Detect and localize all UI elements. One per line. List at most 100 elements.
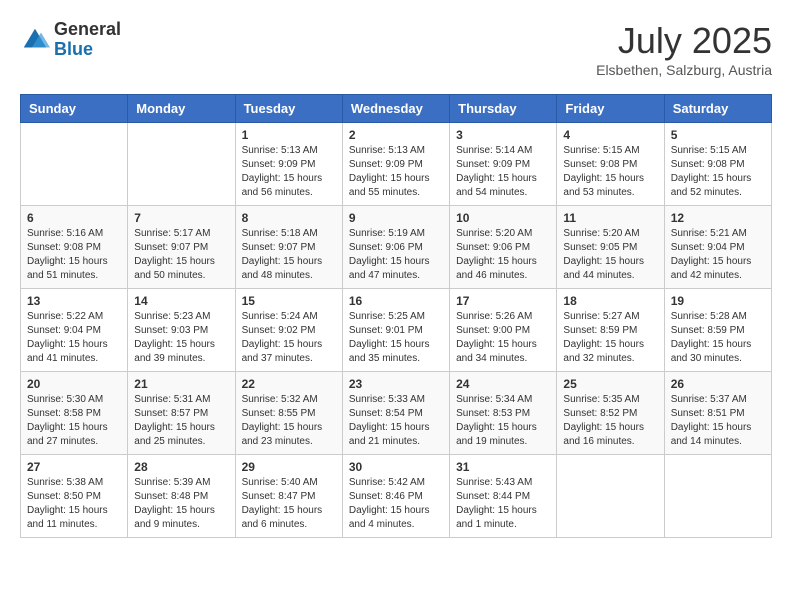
day-info: Sunrise: 5:16 AMSunset: 9:08 PMDaylight:… [27, 227, 121, 283]
logo-text: General Blue [54, 20, 121, 60]
day-info: Sunrise: 5:35 AMSunset: 8:52 PMDaylight:… [563, 393, 657, 449]
calendar-cell: 29 Sunrise: 5:40 AMSunset: 8:47 PMDayligh… [235, 455, 342, 538]
calendar-cell: 7Sunrise: 5:17 AMSunset: 9:07 PMDaylight… [128, 206, 235, 289]
calendar-cell: 28 Sunrise: 5:39 AMSunset: 8:48 PMDayligh… [128, 455, 235, 538]
logo-blue-text: Blue [54, 40, 121, 60]
day-info: Sunrise: 5:27 AMSunset: 8:59 PMDaylight:… [563, 310, 657, 366]
day-info: Sunrise: 5:28 AMSunset: 8:59 PMDaylight:… [671, 310, 765, 366]
calendar-cell: 9 Sunrise: 5:19 AMSunset: 9:06 PMDaylight… [342, 206, 449, 289]
calendar-week-row: 1 Sunrise: 5:13 AMSunset: 9:09 PMDaylight… [21, 123, 772, 206]
calendar-header-row: SundayMondayTuesdayWednesdayThursdayFrid… [21, 95, 772, 123]
calendar-cell [128, 123, 235, 206]
calendar-cell: 12 Sunrise: 5:21 AMSunset: 9:04 PMDayligh… [664, 206, 771, 289]
day-of-week-header: Saturday [664, 95, 771, 123]
calendar-cell: 27Sunrise: 5:38 AMSunset: 8:50 PMDayligh… [21, 455, 128, 538]
page-header: General Blue July 2025 Elsbethen, Salzbu… [20, 20, 772, 78]
day-number: 28 [134, 460, 228, 474]
day-info: Sunrise: 5:20 AMSunset: 9:06 PMDaylight:… [456, 227, 550, 283]
calendar-cell: 30 Sunrise: 5:42 AMSunset: 8:46 PMDayligh… [342, 455, 449, 538]
calendar-week-row: 27Sunrise: 5:38 AMSunset: 8:50 PMDayligh… [21, 455, 772, 538]
calendar-cell: 3Sunrise: 5:14 AMSunset: 9:09 PMDaylight… [450, 123, 557, 206]
day-info: Sunrise: 5:15 AMSunset: 9:08 PMDaylight:… [671, 144, 765, 200]
day-number: 6 [27, 211, 121, 225]
day-number: 11 [563, 211, 657, 225]
day-of-week-header: Friday [557, 95, 664, 123]
day-info: Sunrise: 5:21 AMSunset: 9:04 PMDaylight:… [671, 227, 765, 283]
day-info: Sunrise: 5:42 AMSunset: 8:46 PMDaylight:… [349, 476, 443, 532]
day-info: Sunrise: 5:33 AMSunset: 8:54 PMDaylight:… [349, 393, 443, 449]
day-info: Sunrise: 5:14 AMSunset: 9:09 PMDaylight:… [456, 144, 550, 200]
location-text: Elsbethen, Salzburg, Austria [596, 62, 772, 78]
calendar-cell: 20 Sunrise: 5:30 AMSunset: 8:58 PMDayligh… [21, 372, 128, 455]
day-info: Sunrise: 5:34 AMSunset: 8:53 PMDaylight:… [456, 393, 550, 449]
logo: General Blue [20, 20, 121, 60]
day-info: Sunrise: 5:13 AMSunset: 9:09 PMDaylight:… [242, 144, 336, 200]
logo-general-text: General [54, 20, 121, 40]
day-info: Sunrise: 5:24 AMSunset: 9:02 PMDaylight:… [242, 310, 336, 366]
day-of-week-header: Thursday [450, 95, 557, 123]
calendar-cell: 14 Sunrise: 5:23 AMSunset: 9:03 PMDayligh… [128, 289, 235, 372]
calendar-cell [664, 455, 771, 538]
day-number: 30 [349, 460, 443, 474]
day-number: 5 [671, 128, 765, 142]
day-info: Sunrise: 5:37 AMSunset: 8:51 PMDaylight:… [671, 393, 765, 449]
day-info: Sunrise: 5:40 AMSunset: 8:47 PMDaylight:… [242, 476, 336, 532]
day-of-week-header: Sunday [21, 95, 128, 123]
calendar-cell: 26 Sunrise: 5:37 AMSunset: 8:51 PMDayligh… [664, 372, 771, 455]
day-info: Sunrise: 5:32 AMSunset: 8:55 PMDaylight:… [242, 393, 336, 449]
day-info: Sunrise: 5:26 AMSunset: 9:00 PMDaylight:… [456, 310, 550, 366]
day-number: 14 [134, 294, 228, 308]
day-info: Sunrise: 5:22 AMSunset: 9:04 PMDaylight:… [27, 310, 121, 366]
day-info: Sunrise: 5:38 AMSunset: 8:50 PMDaylight:… [27, 476, 121, 532]
calendar-cell: 18Sunrise: 5:27 AMSunset: 8:59 PMDayligh… [557, 289, 664, 372]
day-number: 29 [242, 460, 336, 474]
calendar-cell: 5 Sunrise: 5:15 AMSunset: 9:08 PMDaylight… [664, 123, 771, 206]
calendar-cell: 2 Sunrise: 5:13 AMSunset: 9:09 PMDaylight… [342, 123, 449, 206]
day-number: 15 [242, 294, 336, 308]
month-title: July 2025 [596, 20, 772, 62]
day-number: 9 [349, 211, 443, 225]
day-info: Sunrise: 5:23 AMSunset: 9:03 PMDaylight:… [134, 310, 228, 366]
calendar-cell: 22 Sunrise: 5:32 AMSunset: 8:55 PMDayligh… [235, 372, 342, 455]
calendar-cell: 31Sunrise: 5:43 AMSunset: 8:44 PMDayligh… [450, 455, 557, 538]
calendar-cell: 6 Sunrise: 5:16 AMSunset: 9:08 PMDaylight… [21, 206, 128, 289]
day-info: Sunrise: 5:19 AMSunset: 9:06 PMDaylight:… [349, 227, 443, 283]
calendar-cell: 11 Sunrise: 5:20 AMSunset: 9:05 PMDayligh… [557, 206, 664, 289]
day-number: 21 [134, 377, 228, 391]
day-number: 22 [242, 377, 336, 391]
day-number: 25 [563, 377, 657, 391]
day-info: Sunrise: 5:43 AMSunset: 8:44 PMDaylight:… [456, 476, 550, 532]
calendar-cell: 1 Sunrise: 5:13 AMSunset: 9:09 PMDaylight… [235, 123, 342, 206]
calendar-cell: 23 Sunrise: 5:33 AMSunset: 8:54 PMDayligh… [342, 372, 449, 455]
calendar-cell: 15 Sunrise: 5:24 AMSunset: 9:02 PMDayligh… [235, 289, 342, 372]
day-number: 20 [27, 377, 121, 391]
day-number: 2 [349, 128, 443, 142]
day-number: 23 [349, 377, 443, 391]
day-number: 12 [671, 211, 765, 225]
day-info: Sunrise: 5:13 AMSunset: 9:09 PMDaylight:… [349, 144, 443, 200]
day-info: Sunrise: 5:30 AMSunset: 8:58 PMDaylight:… [27, 393, 121, 449]
day-info: Sunrise: 5:20 AMSunset: 9:05 PMDaylight:… [563, 227, 657, 283]
calendar-cell: 10Sunrise: 5:20 AMSunset: 9:06 PMDayligh… [450, 206, 557, 289]
day-info: Sunrise: 5:25 AMSunset: 9:01 PMDaylight:… [349, 310, 443, 366]
calendar-table: SundayMondayTuesdayWednesdayThursdayFrid… [20, 94, 772, 538]
day-of-week-header: Wednesday [342, 95, 449, 123]
day-of-week-header: Monday [128, 95, 235, 123]
day-number: 1 [242, 128, 336, 142]
day-info: Sunrise: 5:39 AMSunset: 8:48 PMDaylight:… [134, 476, 228, 532]
calendar-cell: 19Sunrise: 5:28 AMSunset: 8:59 PMDayligh… [664, 289, 771, 372]
calendar-cell: 24Sunrise: 5:34 AMSunset: 8:53 PMDayligh… [450, 372, 557, 455]
day-info: Sunrise: 5:18 AMSunset: 9:07 PMDaylight:… [242, 227, 336, 283]
day-info: Sunrise: 5:31 AMSunset: 8:57 PMDaylight:… [134, 393, 228, 449]
day-info: Sunrise: 5:17 AMSunset: 9:07 PMDaylight:… [134, 227, 228, 283]
calendar-cell [557, 455, 664, 538]
day-number: 8 [242, 211, 336, 225]
day-number: 4 [563, 128, 657, 142]
calendar-cell: 16Sunrise: 5:25 AMSunset: 9:01 PMDayligh… [342, 289, 449, 372]
calendar-cell: 17 Sunrise: 5:26 AMSunset: 9:00 PMDayligh… [450, 289, 557, 372]
day-info: Sunrise: 5:15 AMSunset: 9:08 PMDaylight:… [563, 144, 657, 200]
day-number: 17 [456, 294, 550, 308]
day-number: 26 [671, 377, 765, 391]
logo-icon [20, 25, 50, 55]
title-block: July 2025 Elsbethen, Salzburg, Austria [596, 20, 772, 78]
